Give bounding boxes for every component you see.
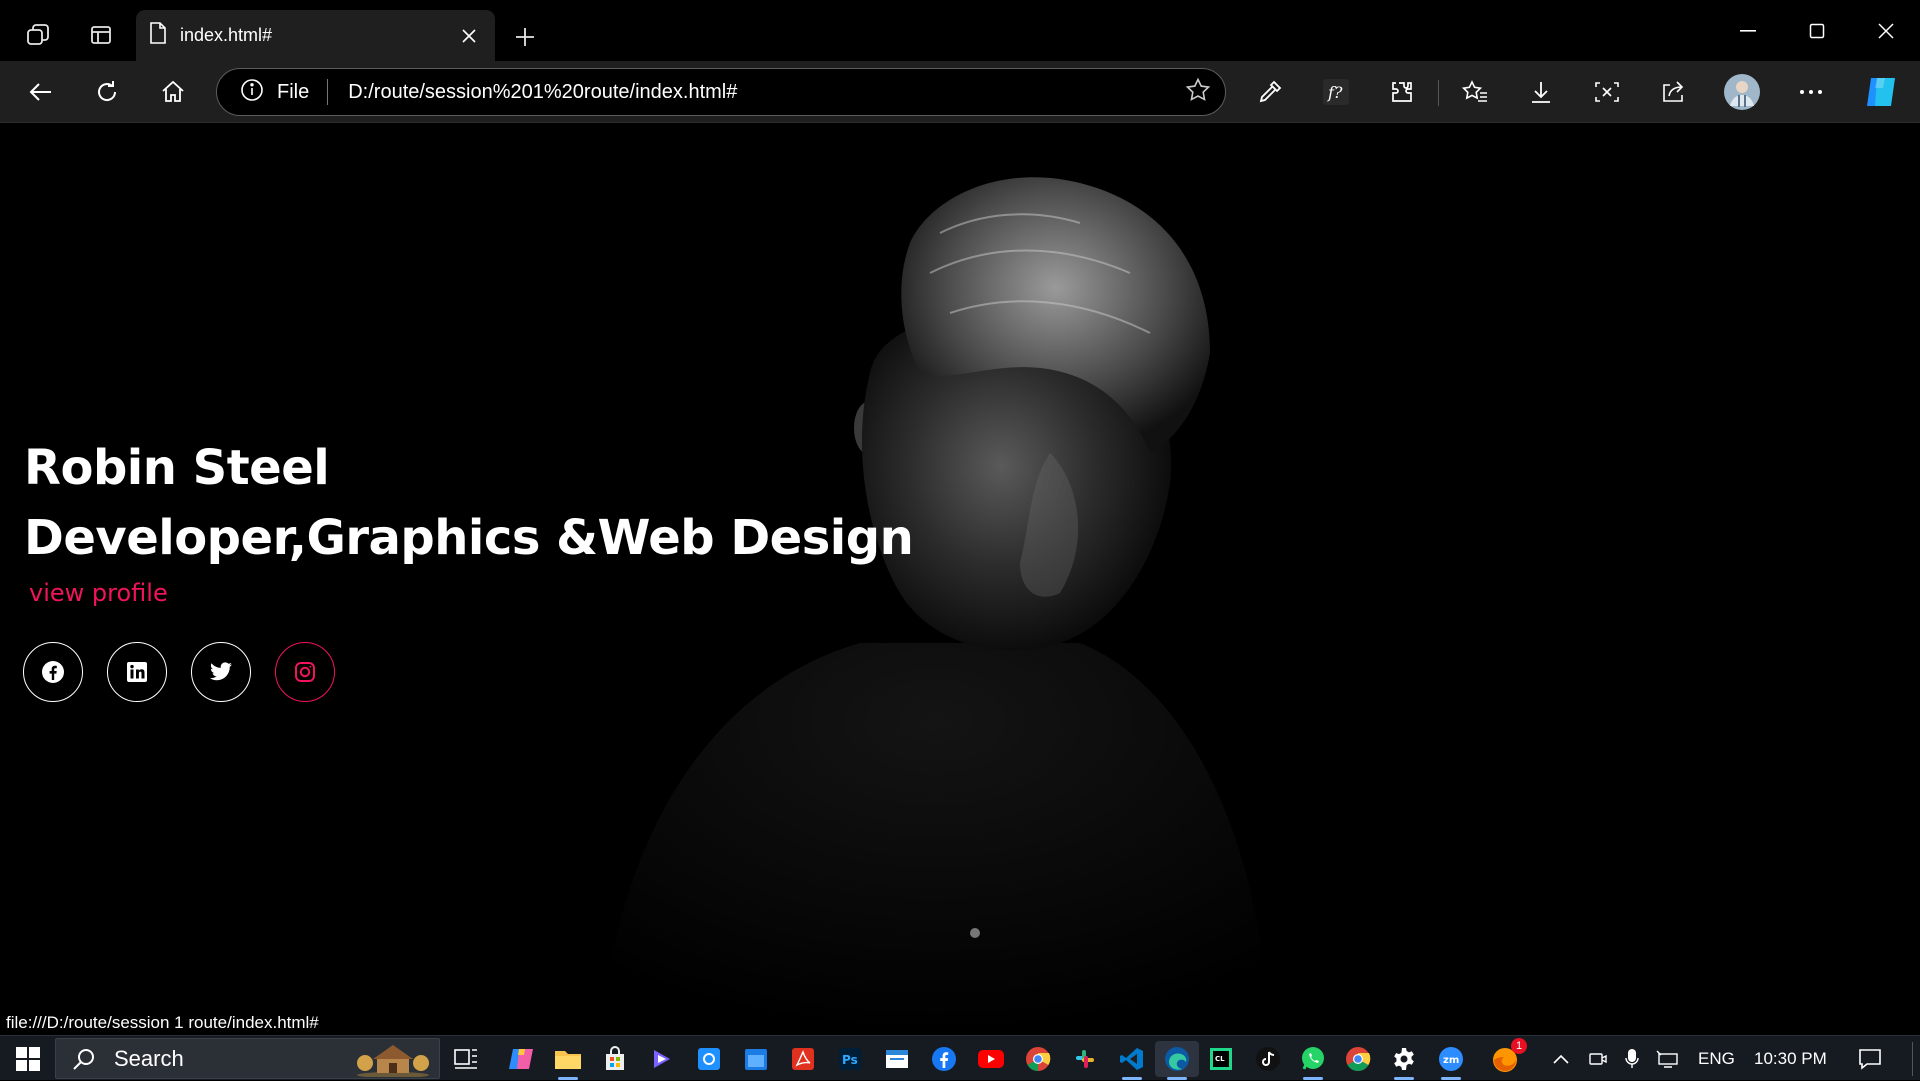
vertical-tabs-icon[interactable] bbox=[78, 12, 124, 58]
search-highlight-icon bbox=[357, 1045, 429, 1077]
svg-text:CL: CL bbox=[1215, 1055, 1225, 1063]
calendar-app-icon[interactable] bbox=[738, 1041, 774, 1077]
screenshot-icon[interactable] bbox=[1584, 69, 1630, 115]
svg-text:f?: f? bbox=[1327, 83, 1343, 102]
show-desktop-divider[interactable] bbox=[1912, 1042, 1913, 1076]
chrome-icon[interactable] bbox=[1020, 1041, 1056, 1077]
clock-time[interactable]: 10:30 PM bbox=[1754, 1036, 1827, 1081]
show-hidden-icons-chevron[interactable] bbox=[1552, 1036, 1570, 1081]
address-bar[interactable]: File D:/route/session%201%20route/index.… bbox=[216, 68, 1226, 116]
svg-text:Ps: Ps bbox=[842, 1053, 858, 1067]
profile-avatar[interactable] bbox=[1719, 69, 1765, 115]
eyedropper-icon[interactable] bbox=[1247, 69, 1293, 115]
workspaces-icon[interactable] bbox=[15, 12, 61, 58]
twitter-button[interactable] bbox=[191, 642, 251, 702]
share-icon[interactable] bbox=[1650, 69, 1696, 115]
more-options-icon[interactable] bbox=[1788, 69, 1834, 115]
instagram-icon bbox=[295, 662, 315, 682]
copilot-icon[interactable] bbox=[1858, 69, 1904, 115]
edge-icon[interactable] bbox=[1155, 1041, 1199, 1080]
hero-name: Robin Steel bbox=[24, 440, 330, 496]
page-icon bbox=[148, 21, 168, 50]
windows-taskbar: Search Ps CL zm 1 ENG 10:30 PM bbox=[0, 1035, 1920, 1080]
hero-role: Developer,Graphics &Web Design bbox=[24, 510, 914, 566]
notifications-icon[interactable] bbox=[1858, 1036, 1882, 1081]
refresh-button[interactable] bbox=[84, 69, 130, 115]
linkedin-icon bbox=[127, 662, 147, 682]
facebook-button[interactable] bbox=[23, 642, 83, 702]
browser-toolbar: File D:/route/session%201%20route/index.… bbox=[0, 61, 1920, 123]
hero-section: Robin Steel Developer,Graphics &Web Desi… bbox=[24, 433, 914, 607]
back-button[interactable] bbox=[18, 69, 64, 115]
page-viewport: Robin Steel Developer,Graphics &Web Desi… bbox=[0, 123, 1920, 1035]
acrobat-icon[interactable] bbox=[785, 1041, 821, 1077]
tiktok-icon[interactable] bbox=[1250, 1041, 1286, 1077]
microsoft-store-icon[interactable] bbox=[597, 1041, 633, 1077]
home-button[interactable] bbox=[150, 69, 196, 115]
whatsapp-icon[interactable] bbox=[1295, 1041, 1331, 1080]
view-profile-link[interactable]: view profile bbox=[29, 579, 168, 607]
tab-title: index.html# bbox=[180, 25, 273, 45]
taskbar-search[interactable]: Search bbox=[55, 1038, 440, 1079]
language-indicator[interactable]: ENG bbox=[1698, 1036, 1735, 1081]
social-links bbox=[23, 642, 335, 702]
snipping-tool-icon[interactable] bbox=[691, 1041, 727, 1077]
search-placeholder: Search bbox=[114, 1045, 184, 1071]
camera-tray-icon[interactable] bbox=[1588, 1036, 1608, 1081]
url-text[interactable]: D:/route/session%201%20route/index.html# bbox=[348, 81, 1185, 104]
start-button[interactable] bbox=[8, 1042, 48, 1075]
twitter-icon bbox=[210, 662, 232, 681]
firefox-icon[interactable]: 1 bbox=[1487, 1038, 1527, 1077]
status-bar-url: file:///D:/route/session 1 route/index.h… bbox=[0, 1011, 325, 1035]
linkedin-button[interactable] bbox=[107, 642, 167, 702]
downloads-icon[interactable] bbox=[1518, 69, 1564, 115]
facebook-app-icon[interactable] bbox=[926, 1041, 962, 1077]
notepad-app-icon[interactable] bbox=[879, 1041, 915, 1077]
vscode-icon[interactable] bbox=[1114, 1041, 1150, 1080]
settings-gear-icon[interactable] bbox=[1386, 1041, 1422, 1080]
file-explorer-icon[interactable] bbox=[550, 1041, 586, 1080]
clion-icon[interactable]: CL bbox=[1203, 1041, 1239, 1077]
info-icon[interactable] bbox=[239, 77, 265, 108]
task-view-icon[interactable] bbox=[448, 1041, 484, 1077]
slack-icon[interactable] bbox=[1067, 1041, 1103, 1077]
chrome-profile-icon[interactable] bbox=[1340, 1041, 1376, 1077]
close-tab-icon[interactable] bbox=[455, 22, 483, 50]
address-divider bbox=[327, 79, 329, 105]
favorites-icon[interactable] bbox=[1452, 69, 1498, 115]
favorite-star-icon[interactable] bbox=[1185, 77, 1211, 108]
site-info-label: File bbox=[277, 80, 310, 103]
notification-badge: 1 bbox=[1511, 1038, 1527, 1054]
youtube-icon[interactable] bbox=[973, 1041, 1009, 1077]
minimize-button[interactable] bbox=[1713, 0, 1782, 61]
photoshop-icon[interactable]: Ps bbox=[832, 1041, 868, 1077]
instagram-button[interactable] bbox=[275, 642, 335, 702]
new-tab-button[interactable] bbox=[502, 14, 548, 60]
zoom-icon[interactable]: zm bbox=[1433, 1041, 1469, 1080]
close-window-button[interactable] bbox=[1851, 0, 1920, 61]
formula-icon[interactable]: f? bbox=[1313, 69, 1359, 115]
browser-tab-bar: index.html# bbox=[0, 0, 1920, 61]
microphone-tray-icon[interactable] bbox=[1624, 1036, 1640, 1081]
media-player-icon[interactable] bbox=[644, 1041, 680, 1077]
active-tab[interactable]: index.html# bbox=[136, 10, 495, 61]
windows-logo-icon bbox=[16, 1046, 40, 1071]
copilot-app-icon[interactable] bbox=[503, 1041, 539, 1077]
extensions-icon[interactable] bbox=[1379, 69, 1425, 115]
facebook-icon bbox=[42, 661, 64, 683]
search-icon bbox=[73, 1048, 94, 1070]
toolbar-divider bbox=[1438, 80, 1439, 106]
maximize-button[interactable] bbox=[1782, 0, 1851, 61]
svg-text:zm: zm bbox=[1443, 1055, 1459, 1066]
network-tray-icon[interactable] bbox=[1656, 1036, 1680, 1081]
